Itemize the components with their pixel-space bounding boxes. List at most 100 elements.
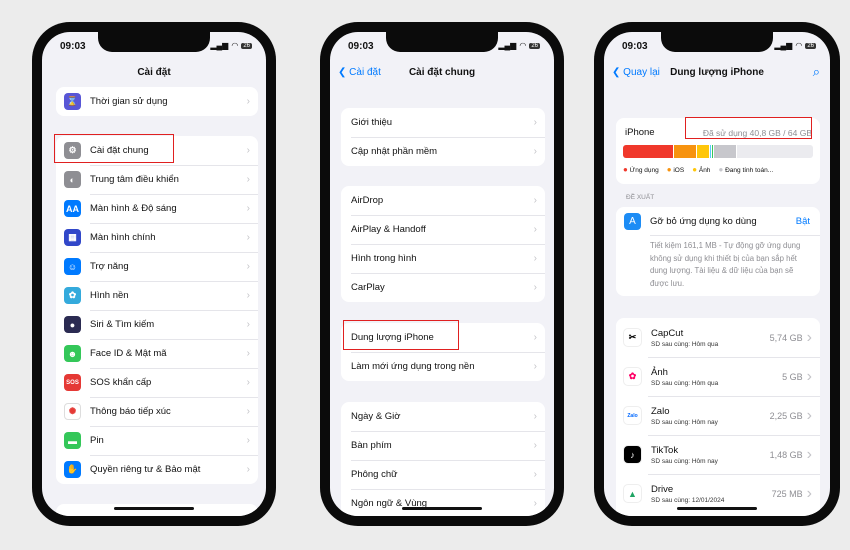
settings-item[interactable]: ✺ Thông báo tiếp xúc › bbox=[56, 397, 258, 426]
screen: 09:03 ▂▄▆ ◠ 26 ❮ Quay lại Dung lượng iPhon… bbox=[604, 32, 830, 516]
settings-item[interactable]: Hình trong hình › bbox=[341, 244, 545, 273]
battery-icon: ▬ bbox=[64, 432, 81, 449]
settings-group bbox=[56, 504, 258, 516]
chevron-right-icon: › bbox=[533, 146, 537, 157]
settings-item[interactable]: Làm mới ứng dụng trong nền › bbox=[341, 352, 545, 381]
settings-item[interactable]: ☺ Trợ năng › bbox=[56, 252, 258, 281]
settings-item-label: AirDrop bbox=[351, 195, 384, 206]
page-title: Cài đặt chung bbox=[408, 67, 476, 78]
chevron-right-icon: › bbox=[246, 145, 250, 156]
chevron-right-icon: › bbox=[806, 367, 812, 385]
settings-item[interactable]: AA Màn hình & Độ sáng › bbox=[56, 194, 258, 223]
accessibility-icon: ☺ bbox=[64, 258, 81, 275]
settings-item[interactable]: Ngày & Giờ › bbox=[341, 402, 545, 431]
app-row[interactable]: ♪ TikTok SD sau cùng: Hôm nay 1,48 GB › bbox=[616, 435, 820, 474]
signal-icon: ▂▄▆ bbox=[774, 41, 793, 50]
settings-item[interactable]: ✋ Quyền riêng tư & Bảo mật › bbox=[56, 455, 258, 484]
settings-item[interactable]: AirDrop › bbox=[341, 186, 545, 215]
search-icon[interactable]: ⌕ bbox=[813, 64, 820, 80]
chevron-right-icon: › bbox=[533, 195, 537, 206]
exposure-icon: ✺ bbox=[64, 403, 81, 420]
app-size: 725 MB bbox=[771, 488, 803, 499]
app-name: CapCut bbox=[651, 327, 684, 339]
chevron-right-icon: › bbox=[246, 96, 250, 107]
signal-icon: ▂▄▆ bbox=[210, 41, 229, 50]
recommendation-card: A Gỡ bỏ ứng dụng ko dùng Bật Tiết kiệm 1… bbox=[616, 207, 820, 296]
app-row[interactable]: Zalo Zalo SD sau cùng: Hôm nay 2,25 GB › bbox=[616, 396, 820, 435]
chevron-right-icon: › bbox=[533, 498, 537, 509]
app-list: ✂ CapCut SD sau cùng: Hôm qua 5,74 GB › ✿ Ảnh S… bbox=[616, 318, 820, 516]
legend-label: iOS bbox=[673, 167, 685, 174]
settings-item-label: Face ID & Mật mã bbox=[90, 348, 167, 359]
settings-item[interactable]: ☻ Face ID & Mật mã › bbox=[56, 339, 258, 368]
drive-icon: ▲ bbox=[623, 484, 642, 503]
chevron-right-icon: › bbox=[246, 348, 250, 359]
chevron-right-icon: › bbox=[246, 203, 250, 214]
settings-item[interactable]: Ngôn ngữ & Vùng › bbox=[341, 489, 545, 516]
settings-item[interactable]: ▬ Pin › bbox=[56, 426, 258, 455]
settings-item[interactable]: ▦ Màn hình chính › bbox=[56, 223, 258, 252]
settings-item-label: Hình trong hình bbox=[351, 253, 417, 264]
settings-item[interactable]: ⌛ Thời gian sử dụng › bbox=[56, 87, 258, 116]
chevron-right-icon: › bbox=[246, 464, 250, 475]
legend-label: Ảnh bbox=[698, 167, 711, 174]
capcut-icon: ✂ bbox=[623, 328, 642, 347]
chevron-right-icon: › bbox=[533, 411, 537, 422]
chevron-right-icon: › bbox=[533, 440, 537, 451]
settings-item[interactable]: CarPlay › bbox=[341, 273, 545, 302]
rec-title: Gỡ bỏ ứng dụng ko dùng bbox=[650, 216, 757, 227]
settings-item[interactable]: AirPlay & Handoff › bbox=[341, 215, 545, 244]
page-title: Cài đặt bbox=[137, 67, 171, 78]
settings-item-label: Giới thiệu bbox=[351, 117, 393, 128]
legend-dot: ● bbox=[718, 165, 724, 174]
settings-item[interactable]: ✿ Hình nền › bbox=[56, 281, 258, 310]
settings-item-label: SOS khẩn cấp bbox=[90, 377, 152, 388]
settings-item-label: Màn hình & Độ sáng bbox=[90, 203, 177, 214]
settings-item[interactable]: Bàn phím › bbox=[341, 431, 545, 460]
app-size: 2,25 GB bbox=[769, 410, 803, 421]
signal-icon: ▂▄▆ bbox=[498, 41, 517, 50]
settings-group: Giới thiệu › Cập nhật phần mềm › bbox=[341, 108, 545, 166]
sos-icon: SOS bbox=[64, 374, 81, 391]
status-icons: ▂▄▆ ◠ 26 bbox=[498, 41, 540, 50]
settings-item-label: Thông báo tiếp xúc bbox=[90, 406, 171, 417]
app-info: Ảnh SD sau cùng: Hôm qua bbox=[651, 367, 782, 387]
legend-dot: ● bbox=[692, 165, 698, 174]
wifi-icon: ◠ bbox=[231, 41, 239, 50]
legend-dot: ● bbox=[623, 165, 628, 174]
siri-icon: ● bbox=[64, 316, 81, 333]
settings-item-label: Trợ năng bbox=[90, 261, 129, 272]
settings-item[interactable]: Phông chữ › bbox=[341, 460, 545, 489]
chevron-right-icon: › bbox=[246, 406, 250, 417]
chevron-right-icon: › bbox=[533, 282, 537, 293]
storage-segment bbox=[623, 145, 675, 158]
highlight-box bbox=[54, 134, 174, 163]
toggles-icon: ◐ bbox=[64, 171, 81, 188]
settings-item[interactable]: ◐ Trung tâm điều khiển › bbox=[56, 165, 258, 194]
settings-item[interactable]: SOS SOS khẩn cấp › bbox=[56, 368, 258, 397]
hourglass-icon: ⌛ bbox=[64, 93, 81, 110]
enable-button[interactable]: Bật bbox=[796, 216, 810, 227]
settings-item-label: Hình nền bbox=[90, 290, 129, 301]
settings-item-label: Quyền riêng tư & Bảo mật bbox=[90, 464, 201, 475]
settings-item[interactable]: ● Siri & Tìm kiếm › bbox=[56, 310, 258, 339]
status-time: 09:03 bbox=[622, 41, 648, 52]
settings-item-label: Thời gian sử dụng bbox=[90, 96, 168, 107]
legend-item: ● iOS bbox=[667, 165, 685, 174]
legend-label: Ứng dụng bbox=[629, 167, 659, 174]
phone-storage: 09:03 ▂▄▆ ◠ 26 ❮ Quay lại Dung lượng iPhon… bbox=[594, 22, 840, 526]
settings-item[interactable]: Cập nhật phần mềm › bbox=[341, 137, 545, 166]
photos-icon: ✿ bbox=[623, 367, 642, 386]
app-name: Drive bbox=[651, 483, 674, 495]
app-row[interactable]: ✿ Ảnh SD sau cùng: Hôm qua 5 GB › bbox=[616, 357, 820, 396]
chevron-right-icon: › bbox=[246, 319, 250, 330]
legend-dot: ● bbox=[666, 165, 672, 174]
device-name: iPhone bbox=[625, 127, 655, 138]
settings-item[interactable]: Giới thiệu › bbox=[341, 108, 545, 137]
home-screen-icon: ▦ bbox=[64, 229, 81, 246]
chevron-right-icon: › bbox=[246, 174, 250, 185]
app-row[interactable]: ✂ CapCut SD sau cùng: Hôm qua 5,74 GB › bbox=[616, 318, 820, 357]
divider bbox=[650, 235, 820, 236]
chevron-right-icon: › bbox=[533, 117, 537, 128]
chevron-right-icon: › bbox=[806, 445, 812, 463]
